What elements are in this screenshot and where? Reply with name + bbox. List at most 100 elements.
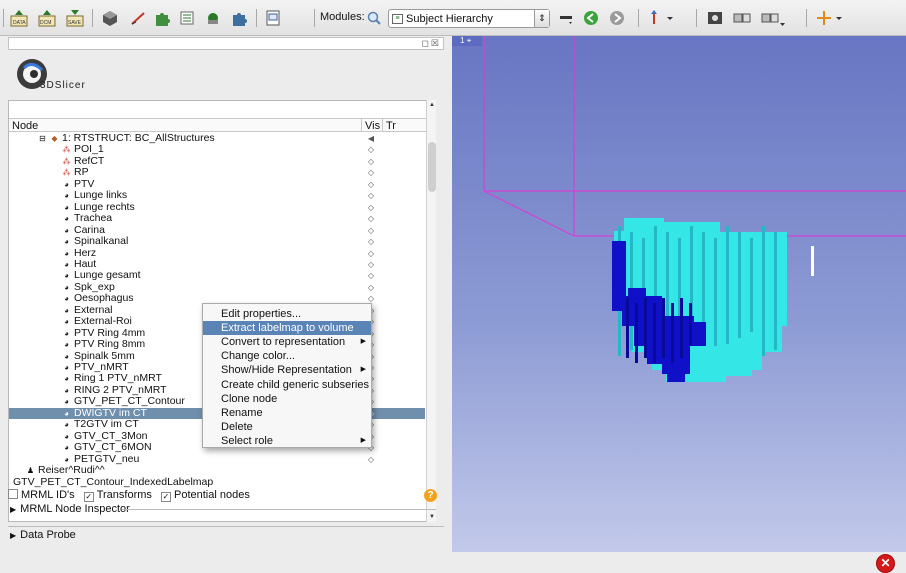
module-selector[interactable]: ≡ Subject Hierarchy ⇕ [388, 9, 550, 28]
visibility-eye-icon[interactable]: ◇ [365, 259, 377, 270]
column-node[interactable]: Node [12, 120, 38, 132]
context-menu-item[interactable]: Create child generic subseries [203, 378, 371, 392]
visibility-eye-icon[interactable]: ◇ [365, 282, 377, 293]
tree-row[interactable]: ◕ Herz ◇ [9, 247, 425, 259]
context-menu-item[interactable]: Change color... [203, 349, 371, 363]
visibility-eye-icon[interactable]: ◇ [365, 225, 377, 236]
tree-row-label: PTV [74, 177, 95, 190]
mrml-node-inspector[interactable]: ▶ MRML Node Inspector [8, 503, 438, 517]
context-menu-item[interactable]: Select role ▶ [203, 434, 371, 448]
visibility-eye-icon[interactable]: ◇ [365, 236, 377, 247]
visibility-eye-icon[interactable]: ◇ [365, 167, 377, 178]
tree-row[interactable]: ◕ Carina ◇ [9, 224, 425, 236]
module-annotation-icon[interactable] [202, 7, 224, 29]
context-menu-item-label: Edit properties... [221, 308, 302, 320]
visibility-eye-icon[interactable]: ◇ [365, 270, 377, 281]
tree-row-label: Spinalk 5mm [74, 349, 135, 362]
context-menu-item[interactable]: Rename [203, 406, 371, 420]
back-arrow-icon[interactable] [580, 7, 602, 29]
module-history-icon[interactable] [556, 7, 576, 29]
help-icon[interactable]: ? [424, 489, 437, 502]
error-close-icon[interactable]: ✕ [876, 554, 895, 573]
view-label: 1 [460, 36, 465, 45]
context-menu-item[interactable]: Convert to representation ▶ [203, 335, 371, 349]
tree-row[interactable]: ⁂ RP ◇ [9, 167, 425, 178]
visibility-eye-icon[interactable]: ◀ [365, 133, 377, 144]
transforms-checkbox[interactable]: ✓ [83, 492, 94, 502]
tree-row[interactable]: ◕ PETGTV_neu ◇ [9, 453, 425, 465]
data-probe-section[interactable]: ▶ Data Probe [8, 526, 444, 541]
load-dicom-icon[interactable]: DCM [36, 7, 58, 29]
3d-view[interactable]: 1 ⌖ [452, 36, 906, 552]
layout-dropdown-icon[interactable] [758, 7, 788, 29]
tree-scrollbar[interactable]: ▲ ▼ [426, 100, 436, 522]
fiducial-icon: ⁂ [62, 168, 71, 178]
module-editor-icon[interactable] [127, 7, 149, 29]
visibility-eye-icon[interactable]: ◇ [365, 190, 377, 201]
view-controller-bar[interactable]: 1 ⌖ [452, 36, 482, 46]
tree-row[interactable]: ⁂ RefCT ◇ [9, 155, 425, 167]
contour-icon: ◕ [64, 374, 69, 384]
scrollbar-thumb[interactable] [428, 142, 436, 192]
slicer-window: DATA DCM SAVE Modules: ≡ Subject Hierarc… [0, 0, 906, 573]
context-menu: Edit properties... Extract labelmap to vo… [202, 303, 372, 448]
tree-row[interactable]: ♟ Reiser^Rudi^^ [9, 465, 425, 476]
panel-titlebar: ◻☒ [8, 37, 444, 50]
scroll-up-arrow-icon[interactable]: ▲ [427, 100, 437, 110]
context-menu-item[interactable]: Show/Hide Representation ▶ [203, 363, 371, 377]
display-options: MRML ID's ✓ Transforms ✓ Potential nodes [8, 489, 438, 503]
module-volumes-icon[interactable] [228, 7, 250, 29]
tree-row[interactable]: ⊟ ◆ 1: RTSTRUCT: BC_AllStructures ◀ [9, 133, 425, 144]
tree-row[interactable]: ◕ Haut ◇ [9, 258, 425, 270]
visibility-eye-icon[interactable]: ◇ [365, 202, 377, 213]
column-vis[interactable]: Vis [365, 120, 380, 132]
mrml-ids-label: MRML ID's [21, 489, 75, 501]
visibility-eye-icon[interactable]: ◇ [365, 156, 377, 167]
potential-nodes-checkbox[interactable]: ✓ [160, 492, 171, 502]
crosshair-icon[interactable] [814, 7, 848, 29]
svg-text:SAVE: SAVE [68, 20, 82, 26]
visibility-eye-icon[interactable]: ◇ [365, 179, 377, 190]
save-data-icon[interactable]: SAVE [64, 7, 86, 29]
column-tr[interactable]: Tr [386, 120, 396, 132]
visibility-eye-icon[interactable]: ◇ [365, 454, 377, 465]
mrml-ids-checkbox[interactable] [8, 489, 18, 499]
context-menu-item[interactable]: Edit properties... [203, 307, 371, 321]
tree-row[interactable]: ◕ Spk_exp ◇ [9, 280, 425, 293]
tree-row[interactable]: ◕ Trachea ◇ [9, 213, 425, 224]
panel-window-buttons[interactable]: ◻☒ [421, 38, 441, 49]
search-icon[interactable] [364, 7, 384, 29]
tree-row[interactable]: ◕ Lunge gesamt ◇ [9, 270, 425, 281]
tree-row[interactable]: ◕ Lunge rechts ◇ [9, 201, 425, 213]
svg-text:DCM: DCM [40, 20, 51, 26]
layout-icon[interactable] [730, 7, 754, 29]
visibility-eye-icon[interactable]: ◇ [365, 213, 377, 224]
tree-row[interactable]: GTV_PET_CT_Contour_IndexedLabelmap [9, 476, 425, 488]
voxel-block [762, 226, 765, 356]
tree-row-label: Spk_exp [74, 280, 115, 293]
pin-icon[interactable]: ⌖ [467, 36, 472, 45]
visibility-eye-icon[interactable]: ◇ [365, 248, 377, 259]
tree-row[interactable]: ⁂ POI_1 ◇ [9, 144, 425, 155]
python-console-icon[interactable] [262, 7, 284, 29]
module-3d-icon[interactable] [99, 7, 121, 29]
mouse-mode-icon[interactable] [645, 7, 679, 29]
visibility-eye-icon[interactable]: ◇ [365, 144, 377, 155]
screenshot-icon[interactable] [704, 7, 726, 29]
orientation-marker [811, 246, 814, 276]
context-menu-item[interactable]: Clone node [203, 392, 371, 406]
module-list-icon: ≡ [392, 13, 403, 24]
tree-row[interactable]: ◕ Lunge links ◇ [9, 190, 425, 201]
module-extension-icon[interactable] [151, 7, 173, 29]
tree-row[interactable]: ◕ PTV ◇ [9, 177, 425, 190]
mrml-node-inspector-label: MRML Node Inspector [20, 503, 130, 515]
module-list-icon[interactable] [176, 7, 198, 29]
tree-row[interactable]: ◕ Spinalkanal ◇ [9, 236, 425, 247]
context-menu-item-label: Select role [221, 434, 273, 447]
context-menu-item[interactable]: Extract labelmap to volume node [203, 321, 371, 348]
forward-arrow-icon[interactable] [606, 7, 628, 29]
context-menu-item[interactable]: Delete [203, 420, 371, 434]
collapse-toggle-icon[interactable]: ⊟ [37, 133, 48, 144]
load-data-icon[interactable]: DATA [8, 7, 30, 29]
context-menu-item-label: Change color... [221, 350, 295, 363]
